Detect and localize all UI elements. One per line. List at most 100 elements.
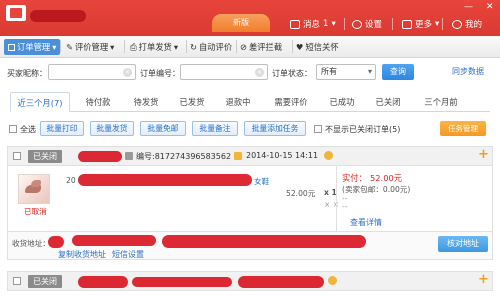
product-thumbnail[interactable] [18,174,50,204]
version-button[interactable]: 新版 [212,14,270,32]
messages-button[interactable]: 消息 1 ▾ [290,18,336,30]
task-management-button[interactable]: 任务管理 [440,121,486,136]
tool-auto-review[interactable]: ↻ 自动评价 [190,39,232,55]
order-header: 已关闭 编号:817274396583562 2014-10-15 14:11 … [7,146,493,166]
chevron-down-icon: ▾ [52,42,57,52]
grid-icon [402,19,412,29]
add-note-icon[interactable]: + [478,272,489,287]
user-label: 我的 [465,20,483,30]
tab-closed[interactable]: 已关闭 [368,92,408,112]
printer-icon: ⎙ [130,42,137,52]
verify-address-button[interactable]: 核对地址 [438,236,488,252]
chevron-down-icon: ▾ [173,42,179,52]
buyer-input[interactable]: ✕ [48,64,136,80]
clear-icon[interactable]: ✕ [123,68,132,77]
status-badge: 已关闭 [28,275,62,288]
batch-print-button[interactable]: 批量打印 [40,121,84,136]
tool-label: 订单管理 [17,42,51,52]
divider [336,166,337,232]
settings-button[interactable]: 设置 [352,18,382,30]
more-label: 更多 [415,20,433,30]
divider [442,18,443,30]
divider [236,40,237,53]
shipping-fee: (卖家包邮：0.00元) [342,185,411,194]
order-number: 编号:817274396583562 [136,152,232,161]
flag-icon[interactable] [328,276,337,285]
settings-label: 设置 [365,20,383,30]
user-icon [452,19,462,29]
dash: -- [342,202,348,211]
hide-closed-checkbox[interactable] [314,125,322,133]
paid-value: 52.00元 [370,173,403,183]
batch-note-button[interactable]: 批量备注 [192,121,238,136]
tool-block-negative[interactable]: ⊘ 差评拦截 [240,39,282,55]
item-title-prefix: 20 [66,176,76,185]
sms-settings-link[interactable]: 短信设置 [112,249,144,260]
select-all-checkbox[interactable] [9,125,17,133]
batch-add-task-button[interactable]: 批量添加任务 [244,121,306,136]
divider [186,40,187,53]
clear-icon[interactable]: ✕ [255,68,264,77]
redacted-address [162,235,366,248]
view-details-link[interactable]: 查看详情 [350,217,382,228]
tab-recent[interactable]: 近三个月(7) [10,92,70,112]
tool-label: 打单发货 [138,42,172,52]
batch-free-shipping-button[interactable]: 批量免邮 [140,121,186,136]
app-logo-icon [6,5,26,21]
redacted-name [48,236,64,248]
search-button[interactable]: 查询 [382,64,414,80]
copy-address-link[interactable]: 复制收货地址 [58,249,106,260]
unit-price: 52.00元 [286,189,316,198]
tab-shipped[interactable]: 已发货 [172,92,212,112]
batch-ship-button[interactable]: 批量发货 [90,121,134,136]
more-button[interactable]: 更多 ▾ [402,18,439,30]
tool-print-ship[interactable]: ⎙ 打单发货 ▾ [130,39,178,55]
status-label: 订单状态： [272,69,312,78]
redacted-shop-name [30,10,86,22]
add-note-icon[interactable]: + [478,147,489,162]
address-row: 收货地址： 复制收货地址 短信设置 核对地址 [7,232,493,260]
tab-pending-payment[interactable]: 待付款 [76,92,120,112]
tool-review-management[interactable]: ✎ 评价管理 ▾ [66,39,114,55]
message-icon [290,19,300,29]
order-item: 已取消 20 女鞋 52.00元 x 1 × × 实付： 52.00元 (卖家包… [7,166,493,232]
review-icon: ✎ [66,42,73,52]
block-icon: ⊘ [240,42,247,52]
order-checkbox[interactable] [13,277,21,285]
close-icon[interactable]: ✕ [486,2,494,12]
select-all-label: 全选 [20,125,36,134]
tab-older[interactable]: 三个月前 [414,92,468,112]
tab-pending-ship[interactable]: 待发货 [124,92,168,112]
tool-label: 差评拦截 [248,42,283,52]
tag-icon [125,152,133,160]
order-tabs: 近三个月(7) 待付款 待发货 已发货 退款中 需要评价 已成功 已关闭 三个月… [10,92,490,112]
item-title-suffix[interactable]: 女鞋 [254,176,269,187]
gear-icon [352,19,362,29]
tab-success[interactable]: 已成功 [322,92,362,112]
chevron-down-icon: ▾ [110,42,115,52]
chevron-down-icon: ▾ [435,19,440,29]
address-label: 收货地址： [12,239,50,248]
flag-icon[interactable] [324,151,333,160]
quantity: x 1 [324,188,337,197]
order-no-input[interactable]: ✕ [180,64,268,80]
divider [124,40,125,53]
tab-need-review[interactable]: 需要评价 [266,92,316,112]
order-date: 2014-10-15 14:11 [246,151,319,160]
order-checkbox[interactable] [13,152,21,160]
user-button[interactable]: 我的 [452,18,482,30]
minimize-icon[interactable]: — [464,2,473,12]
status-select[interactable]: 所有 [316,64,376,80]
divider [392,18,393,30]
tab-refunding[interactable]: 退款中 [216,92,260,112]
divider [292,40,293,53]
redacted-buyer [78,151,122,162]
tool-label: 自动评价 [198,42,233,52]
redacted-date [238,276,324,288]
tool-sms-care[interactable]: ♥ 短信关怀 [296,39,339,55]
sync-data-link[interactable]: 同步数据 [452,66,484,77]
divider [344,18,345,30]
tool-order-management[interactable]: 订单管理 ▾ [4,39,61,55]
tool-label: 评价管理 [74,42,109,52]
main-toolbar: 订单管理 ▾ ✎ 评价管理 ▾ ⎙ 打单发货 ▾ ↻ 自动评价 ⊘ 差评拦截 ♥… [0,36,500,58]
